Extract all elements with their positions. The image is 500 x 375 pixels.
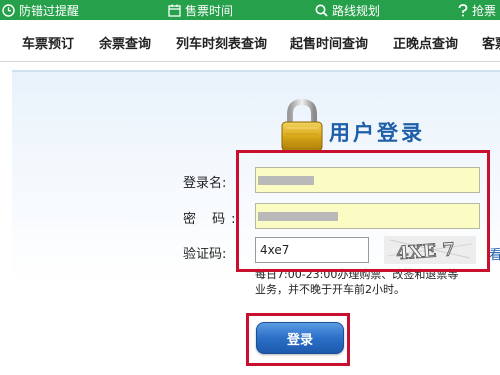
nav-item-sale-start-time[interactable]: 起售时间查询 bbox=[290, 33, 368, 52]
route-planning-link[interactable]: 路线规划 bbox=[315, 2, 380, 18]
top-utility-bar: 防错过提醒 售票时间 路线规划 抢票 bbox=[0, 0, 500, 20]
nav-item-remaining-tickets[interactable]: 余票查询 bbox=[99, 33, 151, 52]
grab-ticket-link[interactable]: 抢票 bbox=[458, 2, 496, 18]
login-title: 用户登录 bbox=[329, 121, 425, 145]
captcha-refresh-link[interactable]: 看 bbox=[489, 244, 500, 263]
grab-ticket-label: 抢票 bbox=[472, 3, 497, 18]
nav-item-ticket-booking[interactable]: 车票预订 bbox=[22, 33, 74, 52]
reminder-label: 防错过提醒 bbox=[19, 3, 80, 18]
clock-icon bbox=[2, 3, 15, 17]
nav-item-timetable[interactable]: 列车时刻表查询 bbox=[176, 33, 267, 52]
question-icon bbox=[458, 3, 468, 16]
padlock-icon bbox=[281, 98, 323, 152]
captcha-label: 验证码: bbox=[183, 247, 227, 262]
password-label: 密 码: bbox=[183, 212, 242, 227]
calendar-icon bbox=[168, 4, 181, 17]
nav-item-delay-status[interactable]: 正晚点查询 bbox=[393, 33, 458, 52]
sale-time-link[interactable]: 售票时间 bbox=[168, 2, 233, 18]
sale-time-label: 售票时间 bbox=[185, 3, 234, 18]
form-highlight-box bbox=[236, 150, 490, 272]
button-highlight-box bbox=[246, 313, 350, 366]
main-nav: 车票预订 余票查询 列车时刻表查询 起售时间查询 正晚点查询 客票 bbox=[0, 20, 500, 62]
route-planning-label: 路线规划 bbox=[332, 3, 381, 18]
nav-gap bbox=[0, 62, 500, 70]
reminder-link[interactable]: 防错过提醒 bbox=[2, 2, 79, 18]
nav-item-passenger[interactable]: 客票 bbox=[482, 33, 500, 52]
search-icon bbox=[315, 4, 328, 17]
username-label: 登录名: bbox=[183, 176, 227, 191]
